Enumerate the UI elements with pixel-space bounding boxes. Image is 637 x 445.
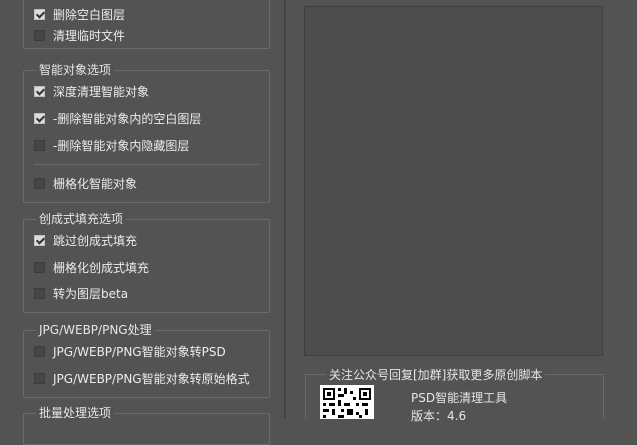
promo-title: 关注公众号回复[加群]获取更多原创脚本 — [326, 366, 546, 383]
smart-object-options-group: 智能对象选项 深度清理智能对象 -删除智能对象内的空白图层 -删除智能对象内隐藏… — [23, 62, 270, 203]
group-title: 智能对象选项 — [36, 62, 115, 78]
option-label: JPG/WEBP/PNG智能对象转PSD — [53, 344, 226, 359]
checkbox-unchecked[interactable] — [34, 372, 45, 384]
rasterize-generative-fill-option[interactable]: 栅格化创成式填充 — [34, 258, 149, 276]
checkbox-checked[interactable] — [34, 8, 45, 20]
option-label: 深度清理智能对象 — [53, 84, 150, 99]
option-label: JPG/WEBP/PNG智能对象转原始格式 — [53, 371, 250, 386]
clean-temp-files-option[interactable]: 清理临时文件 — [34, 26, 125, 44]
convert-to-layer-beta-option[interactable]: 转为图层beta — [34, 284, 128, 302]
preview-area — [304, 6, 603, 356]
generative-fill-options-group: 创成式填充选项 跳过创成式填充 栅格化创成式填充 转为图层beta — [23, 211, 270, 313]
delete-empty-layers-option[interactable]: 删除空白图层 — [34, 5, 125, 23]
option-label: -删除智能对象内的空白图层 — [53, 111, 202, 126]
jpg-webp-png-options-group: JPG/WEBP/PNG处理 JPG/WEBP/PNG智能对象转PSD JPG/… — [23, 322, 270, 398]
checkbox-unchecked[interactable] — [34, 345, 45, 357]
convert-to-psd-option[interactable]: JPG/WEBP/PNG智能对象转PSD — [34, 342, 226, 360]
checkbox-unchecked[interactable] — [34, 177, 45, 189]
option-label: 删除空白图层 — [53, 7, 126, 22]
delete-empty-layers-in-smart-object-option[interactable]: -删除智能对象内的空白图层 — [34, 109, 201, 127]
version-label: 版本：4.6 — [411, 409, 467, 423]
checkbox-checked[interactable] — [34, 112, 45, 124]
promo-box: 关注公众号回复[加群]获取更多原创脚本 PSD智能清理工具 版本：4.6 — [305, 366, 604, 423]
option-label: 栅格化智能对象 — [53, 176, 138, 191]
delete-hidden-layers-in-smart-object-option[interactable]: -删除智能对象内隐藏图层 — [34, 136, 189, 154]
option-label: 栅格化创成式填充 — [53, 260, 150, 275]
skip-generative-fill-option[interactable]: 跳过创成式填充 — [34, 231, 137, 249]
rasterize-smart-object-option[interactable]: 栅格化智能对象 — [34, 174, 137, 192]
convert-to-original-format-option[interactable]: JPG/WEBP/PNG智能对象转原始格式 — [34, 369, 250, 387]
checkbox-checked[interactable] — [34, 85, 45, 97]
checkbox-unchecked[interactable] — [34, 287, 45, 299]
deep-clean-smart-object-option[interactable]: 深度清理智能对象 — [34, 82, 149, 100]
option-label: 转为图层beta — [53, 286, 129, 301]
panel-separator — [284, 0, 286, 418]
option-label: 清理临时文件 — [53, 28, 126, 43]
qr-code — [320, 385, 374, 419]
group-divider — [34, 164, 259, 165]
option-label: 跳过创成式填充 — [53, 233, 138, 248]
checkbox-checked[interactable] — [34, 234, 45, 246]
general-options-group: 删除空白图层 清理临时文件 — [23, 0, 270, 49]
option-label: -删除智能对象内隐藏图层 — [53, 138, 190, 153]
checkbox-unchecked[interactable] — [34, 261, 45, 273]
group-title: 批量处理选项 — [36, 405, 115, 421]
tool-name: PSD智能清理工具 — [411, 391, 508, 405]
checkbox-unchecked[interactable] — [34, 29, 45, 41]
checkbox-unchecked[interactable] — [34, 139, 45, 151]
options-panel: 删除空白图层 清理临时文件 智能对象选项 深度清理智能对象 -删除智能对象内的空… — [0, 0, 284, 445]
preview-panel: 关注公众号回复[加群]获取更多原创脚本 PSD智能清理工具 版本：4.6 — [284, 0, 637, 423]
group-title: JPG/WEBP/PNG处理 — [36, 322, 155, 338]
group-title: 创成式填充选项 — [36, 211, 127, 227]
